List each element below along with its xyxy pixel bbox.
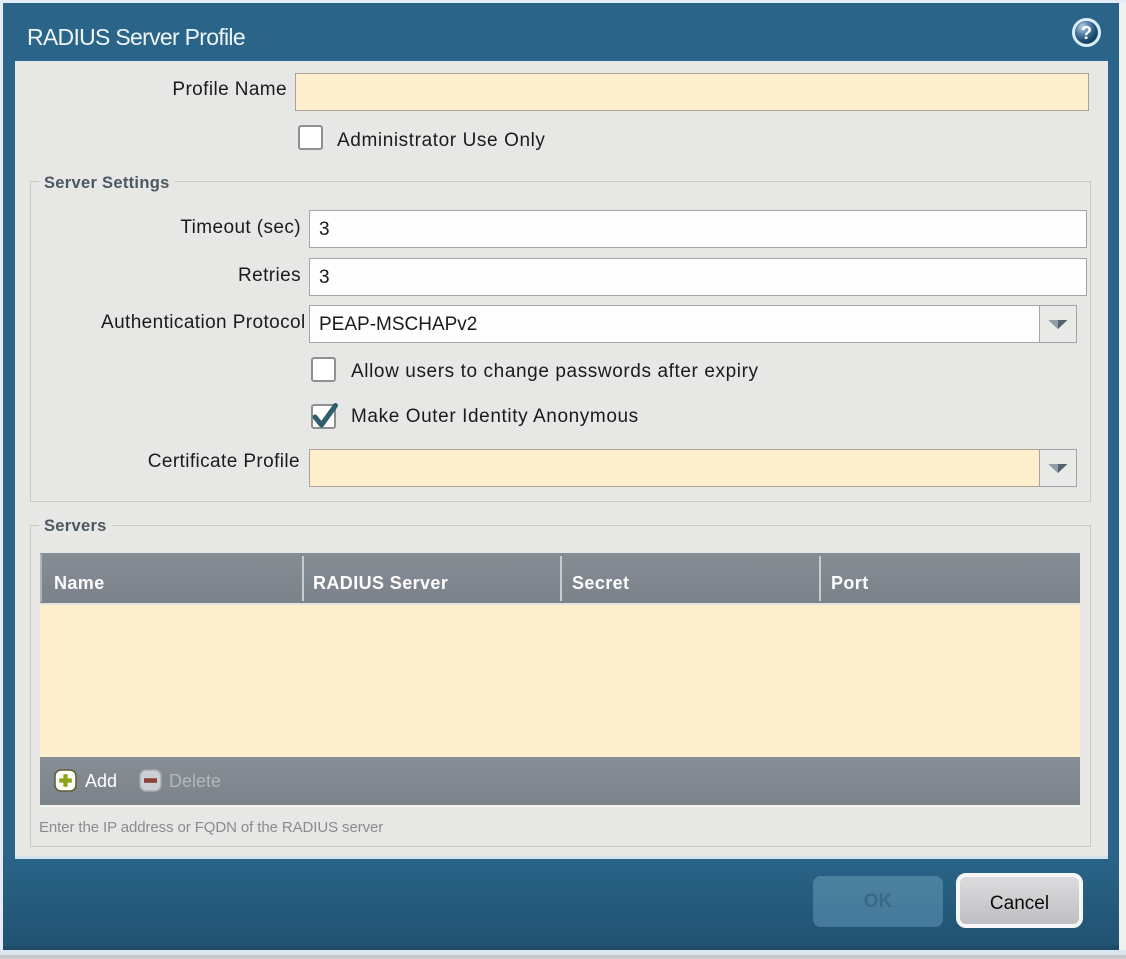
svg-text:?: ? <box>1081 23 1092 43</box>
